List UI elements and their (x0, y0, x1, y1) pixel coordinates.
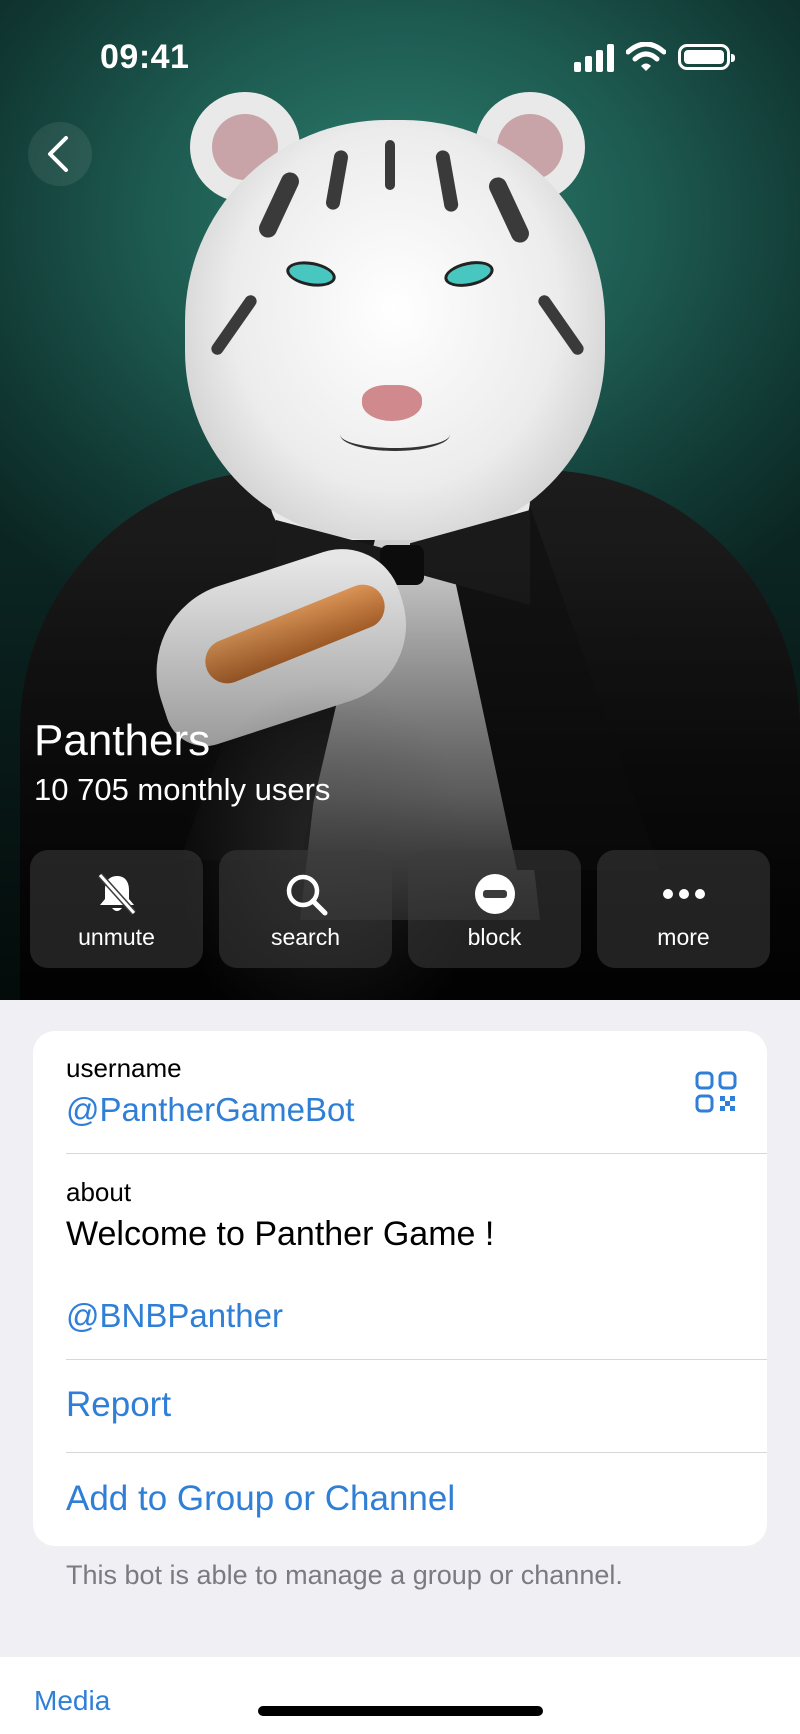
divider (66, 1452, 767, 1453)
more-label: more (657, 924, 710, 950)
search-button[interactable]: search (219, 850, 392, 968)
action-bar: unmute search block more (30, 850, 770, 968)
username-link[interactable]: @PantherGameBot (66, 1091, 354, 1129)
bell-slash-icon (97, 872, 136, 916)
username-label: username (66, 1053, 182, 1083)
block-button[interactable]: block (408, 850, 581, 968)
chevron-left-icon (48, 136, 68, 172)
more-button[interactable]: more (597, 850, 770, 968)
block-label: block (467, 924, 522, 950)
about-text: Welcome to Panther Game ! (66, 1215, 495, 1253)
ellipsis-icon (662, 889, 705, 899)
status-time: 09:41 (100, 38, 190, 76)
bot-capability-note: This bot is able to manage a group or ch… (66, 1560, 623, 1590)
info-card: username @PantherGameBot about Welcome t… (33, 1031, 767, 1546)
unmute-button[interactable]: unmute (30, 850, 203, 968)
about-mention-link[interactable]: @BNBPanther (66, 1297, 283, 1335)
media-tab-bar: Media (0, 1657, 800, 1734)
search-label: search (270, 924, 341, 950)
divider (66, 1359, 767, 1360)
block-icon (474, 874, 515, 914)
home-indicator[interactable] (258, 1706, 543, 1716)
cellular-signal-icon (574, 42, 616, 72)
about-label: about (66, 1177, 132, 1207)
divider (66, 1153, 767, 1154)
profile-subtitle: 10 705 monthly users (34, 772, 331, 807)
back-button[interactable] (28, 122, 92, 186)
battery-icon (678, 44, 735, 70)
search-icon (286, 874, 327, 916)
wifi-icon (625, 41, 667, 72)
report-button[interactable]: Report (66, 1385, 171, 1425)
add-to-group-button[interactable]: Add to Group or Channel (66, 1479, 455, 1519)
tab-media[interactable]: Media (34, 1685, 110, 1717)
profile-hero: 09:41 Panthers 10 705 monthly users unmu… (0, 0, 800, 1000)
unmute-label: unmute (78, 924, 155, 950)
qr-code-icon[interactable] (695, 1071, 737, 1113)
profile-name: Panthers (34, 716, 211, 765)
status-bar: 09:41 (0, 0, 800, 116)
